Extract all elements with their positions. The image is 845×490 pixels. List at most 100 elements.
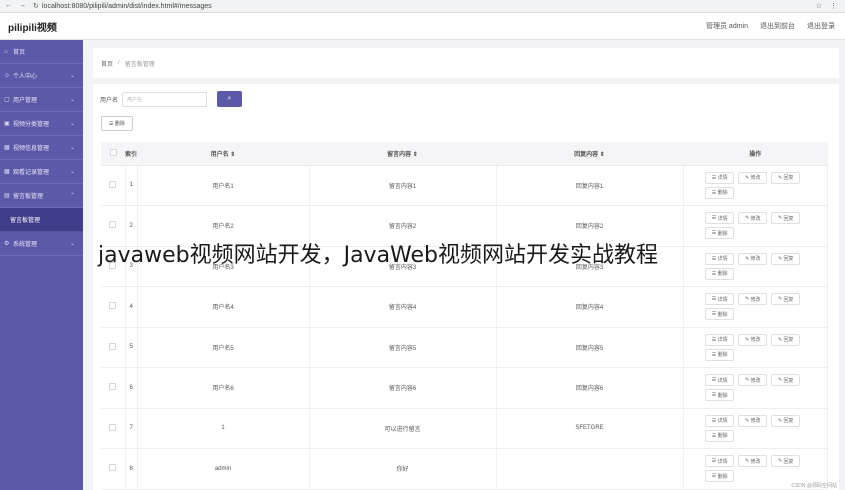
detail-button[interactable]: ☰ 详情 <box>705 333 735 346</box>
row-actions: ☰ 详情 ✎ 修改 ✎ 回复 ☰ 删除 <box>683 327 828 368</box>
detail-button[interactable]: ☰ 详情 <box>705 374 735 387</box>
browser-controls: ☆ ⋮ <box>816 2 845 10</box>
reply-button[interactable]: ✎ 回复 <box>771 333 801 346</box>
username-search-input[interactable]: 用户名 <box>122 91 208 107</box>
edit-button[interactable]: ✎ 修改 <box>738 333 768 346</box>
col-username[interactable]: 用户名 ⇕ <box>137 142 309 166</box>
reply-button[interactable]: ✎ 回复 <box>771 171 801 184</box>
delete-button[interactable]: ☰ 删除 <box>705 186 735 199</box>
chevron-down-icon: ⌄ <box>69 97 75 103</box>
row-checkbox[interactable] <box>109 383 117 391</box>
delete-button[interactable]: ☰ 删除 <box>705 308 735 321</box>
row-actions: ☰ 详情 ✎ 修改 ✎ 回复 ☰ 删除 <box>683 205 828 247</box>
back-icon[interactable]: ← <box>5 2 12 10</box>
breadcrumb-home[interactable]: 首页 <box>101 59 113 68</box>
reply-button[interactable]: ✎ 回复 <box>771 374 801 387</box>
col-reply[interactable]: 回复内容 ⇕ <box>496 142 683 166</box>
row-username: 用户名5 <box>137 327 310 368</box>
row-checkbox[interactable] <box>109 423 117 431</box>
row-checkbox[interactable] <box>109 342 117 350</box>
reload-icon[interactable]: ↻ <box>33 2 39 10</box>
reply-button[interactable]: ✎ 回复 <box>771 212 801 225</box>
table-header-row: 索引 用户名 ⇕ 留言内容 ⇕ 回复内容 ⇕ 操作 <box>101 142 828 166</box>
sidebar-subitem-message-board[interactable]: 留言板管理 <box>0 208 83 232</box>
edit-button[interactable]: ✎ 修改 <box>738 293 768 306</box>
edit-button[interactable]: ✎ 修改 <box>738 374 768 387</box>
table-row: 5 用户名5 留言内容5 回复内容5 ☰ 详情 ✎ 修改 ✎ 回复 ☰ 删除 <box>101 327 828 368</box>
breadcrumb: 首页 / 留言板管理 <box>93 48 839 78</box>
delete-button[interactable]: ☰ 删除 <box>705 267 735 280</box>
edit-button[interactable]: ✎ 修改 <box>738 252 768 265</box>
search-button[interactable]: ⌕ <box>217 91 243 107</box>
row-reply: 回复内容1 <box>496 165 684 206</box>
sidebar-item-system[interactable]: ⚙ 系统管理 ⌄ <box>0 232 83 256</box>
sidebar-item-watch-history[interactable]: ▦ 观看记录管理 ⌄ <box>0 160 83 184</box>
row-username: 用户名1 <box>137 165 310 206</box>
chevron-down-icon: ⌄ <box>69 169 75 175</box>
row-username: 用户名4 <box>137 286 310 328</box>
reply-button[interactable]: ✎ 回复 <box>771 455 801 468</box>
row-select-cell <box>101 327 126 368</box>
row-checkbox[interactable] <box>109 302 117 310</box>
search-label: 用户名 <box>100 97 119 104</box>
grid-icon: ▦ <box>4 169 10 175</box>
delete-button[interactable]: ☰ 删除 <box>705 227 735 240</box>
row-reply: 回复内容5 <box>496 327 684 368</box>
table-row: 6 用户名6 留言内容6 回复内容6 ☰ 详情 ✎ 修改 ✎ 回复 ☰ 删除 <box>101 367 828 409</box>
delete-button[interactable]: ☰ 删除 <box>705 389 735 402</box>
edit-button[interactable]: ✎ 修改 <box>738 455 768 468</box>
messages-table: 索引 用户名 ⇕ 留言内容 ⇕ 回复内容 ⇕ 操作 1 用户名1 留言内容1 回… <box>101 142 828 490</box>
grid-icon: ▦ <box>4 145 10 151</box>
batch-delete-button[interactable]: ☰ 删除 <box>101 116 133 131</box>
chevron-down-icon: ⌄ <box>69 145 75 151</box>
sidebar: ⌂ 首页 ☺ 个人中心 ⌄ ▢ 用户管理 ⌄ ▣ 视频分类管理 ⌄ ▦ 视频信息管理 ⌄ ▦ 观看记… <box>0 40 83 490</box>
reply-button[interactable]: ✎ 回复 <box>771 293 801 306</box>
edit-button[interactable]: ✎ 修改 <box>738 212 768 225</box>
delete-button[interactable]: ☰ 删除 <box>705 429 735 442</box>
table-row: 4 用户名4 留言内容4 回复内容4 ☰ 详情 ✎ 修改 ✎ 回复 ☰ 删除 <box>101 286 828 328</box>
detail-button[interactable]: ☰ 详情 <box>705 252 735 265</box>
delete-button[interactable]: ☰ 删除 <box>705 348 735 361</box>
reply-button[interactable]: ✎ 回复 <box>771 414 801 427</box>
table-row: 7 1 可以进行留言 SFETGRE ☰ 详情 ✎ 修改 ✎ 回复 ☰ 删除 <box>101 408 828 449</box>
menu-dots-icon[interactable]: ⋮ <box>830 2 837 10</box>
sidebar-item-video-info[interactable]: ▦ 视频信息管理 ⌄ <box>0 136 83 160</box>
reply-button[interactable]: ✎ 回复 <box>771 252 801 265</box>
col-index: 索引 <box>125 142 137 166</box>
bookmark-star-icon[interactable]: ☆ <box>816 2 822 10</box>
sidebar-item-video-category[interactable]: ▣ 视频分类管理 ⌄ <box>0 112 83 136</box>
row-checkbox[interactable] <box>109 464 117 472</box>
table-row: 8 admin 你好 ☰ 详情 ✎ 修改 ✎ 回复 ☰ 删除 <box>101 448 828 490</box>
row-reply: 回复内容6 <box>496 367 684 409</box>
edit-button[interactable]: ✎ 修改 <box>738 414 768 427</box>
sidebar-item-profile[interactable]: ☺ 个人中心 ⌄ <box>0 64 83 88</box>
chevron-down-icon: ⌄ <box>69 73 75 79</box>
select-all-header <box>101 142 125 166</box>
col-message[interactable]: 留言内容 ⇕ <box>309 142 496 166</box>
row-checkbox[interactable] <box>109 221 117 229</box>
sidebar-item-users[interactable]: ▢ 用户管理 ⌄ <box>0 88 83 112</box>
row-actions: ☰ 详情 ✎ 修改 ✎ 回复 ☰ 删除 <box>683 246 828 287</box>
forward-icon[interactable]: → <box>19 2 26 10</box>
user-icon: ☺ <box>4 72 11 79</box>
goto-frontend-link[interactable]: 退出到前台 <box>760 21 795 31</box>
address-bar[interactable]: localhost:8080/pilipili/admin/dist/index… <box>42 3 816 10</box>
row-username: 用户名6 <box>137 367 310 409</box>
row-checkbox[interactable] <box>109 180 117 188</box>
delete-button[interactable]: ☰ 删除 <box>705 470 735 483</box>
sidebar-item-message-board[interactable]: ▤ 留言板管理 ⌃ <box>0 184 83 208</box>
select-all-checkbox[interactable] <box>109 148 117 156</box>
users-icon: ▢ <box>4 97 10 103</box>
detail-button[interactable]: ☰ 详情 <box>705 171 735 184</box>
detail-button[interactable]: ☰ 详情 <box>705 293 735 306</box>
sidebar-item-home[interactable]: ⌂ 首页 <box>0 40 83 64</box>
breadcrumb-separator: / <box>118 60 120 66</box>
detail-button[interactable]: ☰ 详情 <box>705 212 735 225</box>
row-select-cell <box>101 408 126 449</box>
watermark-overlay-text: javaweb视频网站开发，JavaWeb视频网站开发实战教程 <box>98 243 659 268</box>
edit-button[interactable]: ✎ 修改 <box>738 171 768 184</box>
detail-button[interactable]: ☰ 详情 <box>705 414 735 427</box>
logout-link[interactable]: 退出登录 <box>807 21 835 31</box>
breadcrumb-current: 留言板管理 <box>124 61 155 68</box>
detail-button[interactable]: ☰ 详情 <box>705 455 735 468</box>
